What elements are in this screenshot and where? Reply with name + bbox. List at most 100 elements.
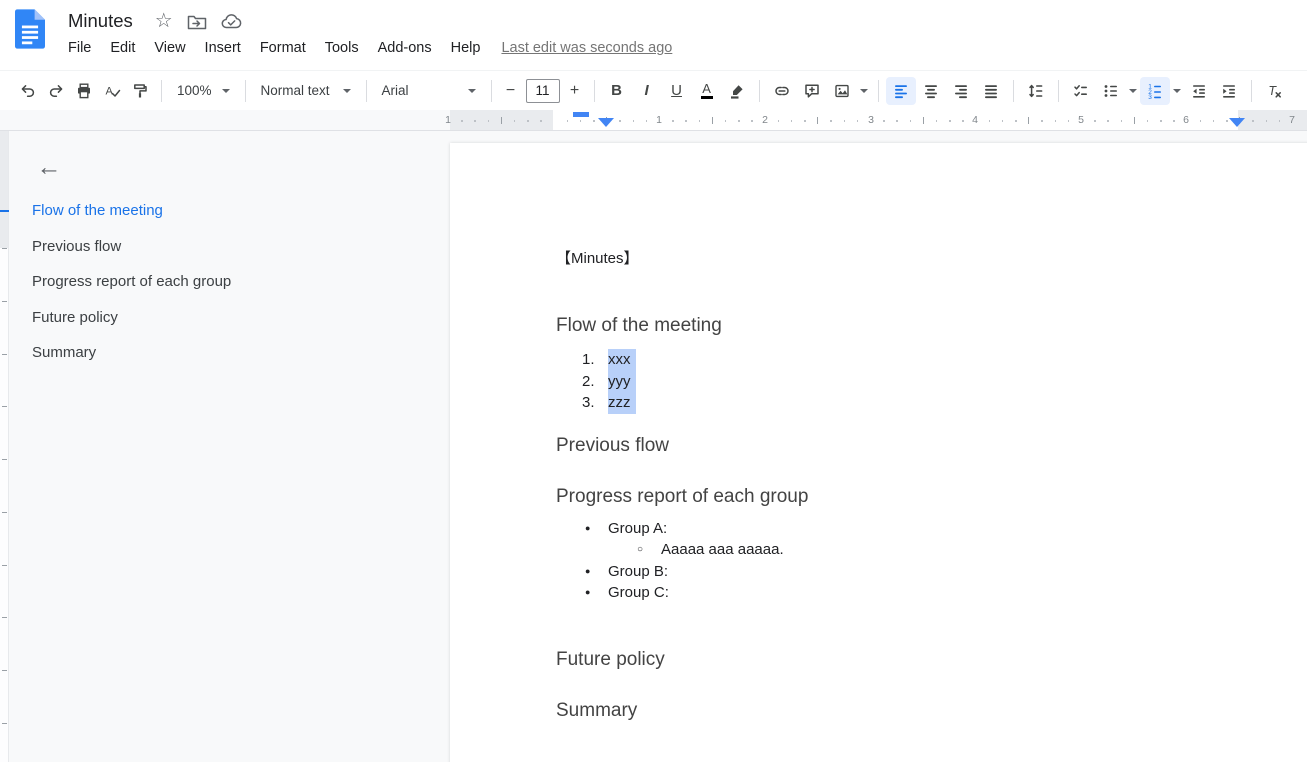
bullet-list-item[interactable]: ●Group A:	[556, 518, 1307, 540]
increase-font-size-button[interactable]: +	[563, 77, 587, 105]
outline-item-previous-flow[interactable]: Previous flow	[9, 229, 439, 265]
divider	[1251, 80, 1252, 102]
insert-image-menu-arrow[interactable]	[857, 77, 871, 105]
document-page[interactable]: 【Minutes】 Flow of the meeting 1.xxx2.yyy3.…	[450, 143, 1307, 762]
ruler-tick	[593, 120, 595, 122]
decrease-indent-button[interactable]	[1184, 77, 1214, 105]
line-spacing-button[interactable]	[1021, 77, 1051, 105]
italic-button[interactable]: I	[632, 77, 662, 105]
justify-button[interactable]	[976, 77, 1006, 105]
undo-button[interactable]	[14, 77, 42, 105]
outline-item-future-policy[interactable]: Future policy	[9, 300, 439, 336]
doc-paragraph-0[interactable]: 【Minutes】	[556, 248, 1307, 269]
bullet-list-item[interactable]: ●Group C:	[556, 582, 1307, 604]
doc-heading-7[interactable]: Summary	[556, 699, 1307, 723]
ruler-tick	[817, 117, 818, 124]
bulleted-list-button[interactable]	[1096, 77, 1126, 105]
list-text[interactable]: Group C:	[608, 582, 669, 604]
document-body[interactable]: 【Minutes】 Flow of the meeting 1.xxx2.yyy3.…	[450, 143, 1307, 723]
spell-check-button[interactable]: A	[98, 77, 126, 105]
zoom-select[interactable]: 100%	[169, 77, 238, 105]
selected-text[interactable]: xxx	[608, 349, 636, 371]
doc-bullet-list-5[interactable]: ●Group A:○Aaaaa aaa aaaaa.●Group B:●Grou…	[556, 518, 1307, 604]
close-outline-button[interactable]: ←	[31, 149, 67, 185]
paragraph-style-select[interactable]: Normal text	[253, 77, 359, 105]
doc-heading-4[interactable]: Progress report of each group	[556, 485, 1307, 509]
outline-item-progress-report-of-each-group[interactable]: Progress report of each group	[9, 264, 439, 300]
toolbar: A 100% Normal text Arial − 11 + B I U A	[0, 70, 1307, 110]
ruler-tick	[936, 120, 938, 122]
selected-text[interactable]: zzz	[608, 392, 636, 414]
chevron-down-icon	[1129, 89, 1137, 93]
selected-text[interactable]: yyy	[608, 371, 636, 393]
cloud-saved-icon[interactable]	[221, 13, 243, 29]
align-center-button[interactable]	[916, 77, 946, 105]
text-color-button[interactable]: A	[692, 77, 722, 105]
vertical-ruler[interactable]	[0, 131, 9, 762]
ruler-tick	[685, 120, 687, 122]
star-icon[interactable]: ☆	[155, 11, 173, 31]
menu-add-ons[interactable]: Add-ons	[378, 40, 432, 56]
redo-button[interactable]	[42, 77, 70, 105]
divider	[1013, 80, 1014, 102]
bullet-list-item[interactable]: ○Aaaaa aaa aaaaa.	[556, 539, 1307, 561]
align-left-button[interactable]	[886, 77, 916, 105]
doc-heading-1[interactable]: Flow of the meeting	[556, 314, 1307, 338]
doc-heading-3[interactable]: Previous flow	[556, 434, 1307, 458]
ruler-tick	[527, 120, 529, 122]
numbered-list-item[interactable]: 1.xxx	[556, 349, 1307, 371]
document-title[interactable]: Minutes	[68, 10, 133, 32]
docs-logo-icon[interactable]	[15, 9, 45, 49]
list-text[interactable]: Group B:	[608, 561, 668, 583]
menu-edit[interactable]: Edit	[110, 40, 135, 56]
first-line-indent-marker[interactable]	[573, 112, 589, 117]
horizontal-ruler[interactable]: 11234567	[0, 110, 1307, 131]
list-text[interactable]: Aaaaa aaa aaaaa.	[661, 539, 784, 561]
last-edit-status[interactable]: Last edit was seconds ago	[501, 40, 672, 56]
align-left-icon	[892, 82, 910, 100]
divider	[759, 80, 760, 102]
highlight-color-button[interactable]	[722, 77, 752, 105]
ruler-tick	[1002, 120, 1004, 122]
outline-item-flow-of-the-meeting[interactable]: Flow of the meeting	[9, 193, 439, 229]
menu-help[interactable]: Help	[451, 40, 481, 56]
font-family-select[interactable]: Arial	[374, 77, 484, 105]
menu-file[interactable]: File	[68, 40, 91, 56]
doc-heading-6[interactable]: Future policy	[556, 648, 1307, 672]
menu-view[interactable]: View	[154, 40, 185, 56]
numbered-list-item[interactable]: 3.zzz	[556, 392, 1307, 414]
ruler-tick	[725, 120, 727, 122]
ruler-tick	[1252, 120, 1254, 122]
menu-tools[interactable]: Tools	[325, 40, 359, 56]
bullet-list-item[interactable]: ●Group B:	[556, 561, 1307, 583]
bold-button[interactable]: B	[602, 77, 632, 105]
menu-insert[interactable]: Insert	[205, 40, 241, 56]
insert-comment-button[interactable]	[797, 77, 827, 105]
insert-image-button[interactable]	[827, 77, 857, 105]
left-indent-marker[interactable]	[598, 118, 614, 127]
numbered-list-item[interactable]: 2.yyy	[556, 371, 1307, 393]
clear-formatting-button[interactable]: T	[1259, 77, 1289, 105]
print-button[interactable]	[70, 77, 98, 105]
move-folder-icon[interactable]	[187, 13, 207, 30]
insert-link-icon	[773, 82, 791, 100]
doc-numbered-list-2[interactable]: 1.xxx2.yyy3.zzz	[556, 349, 1307, 414]
outline-item-summary[interactable]: Summary	[9, 335, 439, 371]
align-right-button[interactable]	[946, 77, 976, 105]
title-row: Minutes ☆	[68, 7, 257, 35]
ruler-tick	[1094, 120, 1096, 122]
bulleted-list-menu-arrow[interactable]	[1126, 77, 1140, 105]
paint-format-button[interactable]	[126, 77, 154, 105]
menu-format[interactable]: Format	[260, 40, 306, 56]
increase-indent-button[interactable]	[1214, 77, 1244, 105]
font-size-field[interactable]: 11	[526, 79, 560, 103]
numbered-list-button[interactable]: 123	[1140, 77, 1170, 105]
list-text[interactable]: Group A:	[608, 518, 667, 540]
checklist-button[interactable]	[1066, 77, 1096, 105]
insert-link-button[interactable]	[767, 77, 797, 105]
underline-button[interactable]: U	[662, 77, 692, 105]
right-indent-marker[interactable]	[1229, 118, 1245, 127]
chevron-down-icon	[468, 89, 476, 93]
numbered-list-menu-arrow[interactable]	[1170, 77, 1184, 105]
decrease-font-size-button[interactable]: −	[499, 77, 523, 105]
